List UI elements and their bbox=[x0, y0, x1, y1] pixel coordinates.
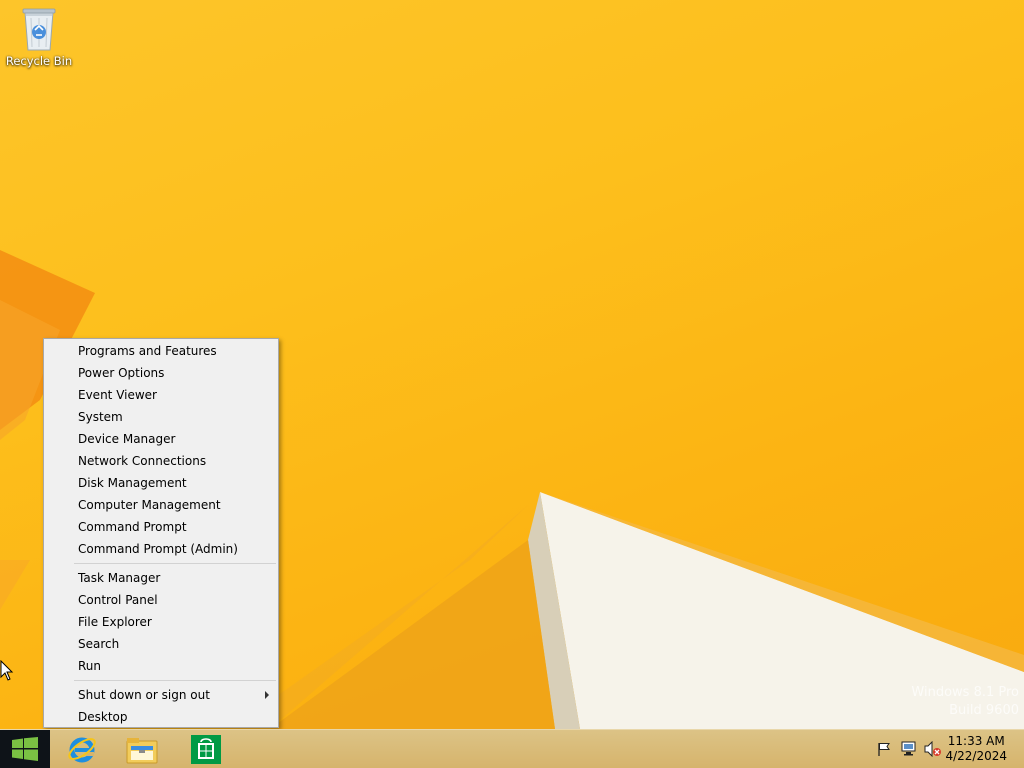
menu-item-search[interactable]: Search bbox=[44, 633, 278, 655]
menu-item-run[interactable]: Run bbox=[44, 655, 278, 677]
menu-item-label: Shut down or sign out bbox=[78, 688, 210, 702]
submenu-arrow-icon bbox=[265, 691, 269, 699]
internet-explorer-icon bbox=[68, 737, 96, 763]
network-icon[interactable] bbox=[900, 741, 918, 757]
taskbar-internet-explorer[interactable] bbox=[52, 730, 112, 768]
menu-item-shut-down-or-sign-out[interactable]: Shut down or sign out bbox=[44, 684, 278, 706]
system-tray: 11:33 AM 4/22/2024 bbox=[864, 730, 1024, 768]
menu-item-event-viewer[interactable]: Event Viewer bbox=[44, 384, 278, 406]
menu-item-task-manager[interactable]: Task Manager bbox=[44, 567, 278, 589]
power-user-menu: Programs and Features Power Options Even… bbox=[43, 338, 279, 728]
clock-date: 4/22/2024 bbox=[945, 749, 1007, 763]
menu-separator bbox=[74, 680, 276, 681]
taskbar: 11:33 AM 4/22/2024 bbox=[0, 729, 1024, 768]
menu-item-programs-and-features[interactable]: Programs and Features bbox=[44, 340, 278, 362]
recycle-bin-label: Recycle Bin bbox=[5, 54, 73, 68]
store-icon bbox=[191, 735, 221, 764]
menu-item-computer-management[interactable]: Computer Management bbox=[44, 494, 278, 516]
menu-item-disk-management[interactable]: Disk Management bbox=[44, 472, 278, 494]
volume-muted-icon[interactable] bbox=[924, 741, 942, 757]
menu-separator bbox=[74, 563, 276, 564]
recycle-bin-shortcut[interactable]: Recycle Bin bbox=[4, 6, 74, 76]
windows-watermark: Windows 8.1 Pro Build 9600 bbox=[911, 684, 1019, 720]
clock-time: 11:33 AM bbox=[947, 734, 1005, 748]
file-explorer-icon bbox=[126, 738, 158, 764]
action-center-flag-icon[interactable] bbox=[876, 741, 892, 757]
menu-item-command-prompt[interactable]: Command Prompt bbox=[44, 516, 278, 538]
menu-item-control-panel[interactable]: Control Panel bbox=[44, 589, 278, 611]
taskbar-clock[interactable]: 11:33 AM 4/22/2024 bbox=[945, 734, 1007, 764]
mouse-cursor-icon bbox=[0, 660, 14, 681]
menu-item-desktop[interactable]: Desktop bbox=[44, 706, 278, 728]
taskbar-store[interactable] bbox=[176, 730, 236, 768]
watermark-build: Build 9600 bbox=[949, 703, 1019, 718]
taskbar-file-explorer[interactable] bbox=[112, 730, 172, 768]
desktop: Recycle Bin Windows 8.1 Pro Build 9600 P… bbox=[0, 0, 1024, 768]
menu-item-power-options[interactable]: Power Options bbox=[44, 362, 278, 384]
menu-item-command-prompt-admin[interactable]: Command Prompt (Admin) bbox=[44, 538, 278, 560]
menu-item-device-manager[interactable]: Device Manager bbox=[44, 428, 278, 450]
windows-logo-icon bbox=[12, 737, 38, 761]
recycle-bin-icon bbox=[22, 8, 56, 51]
menu-item-file-explorer[interactable]: File Explorer bbox=[44, 611, 278, 633]
watermark-edition: Windows 8.1 Pro bbox=[911, 685, 1019, 700]
menu-item-network-connections[interactable]: Network Connections bbox=[44, 450, 278, 472]
menu-item-system[interactable]: System bbox=[44, 406, 278, 428]
start-button[interactable] bbox=[0, 730, 50, 768]
